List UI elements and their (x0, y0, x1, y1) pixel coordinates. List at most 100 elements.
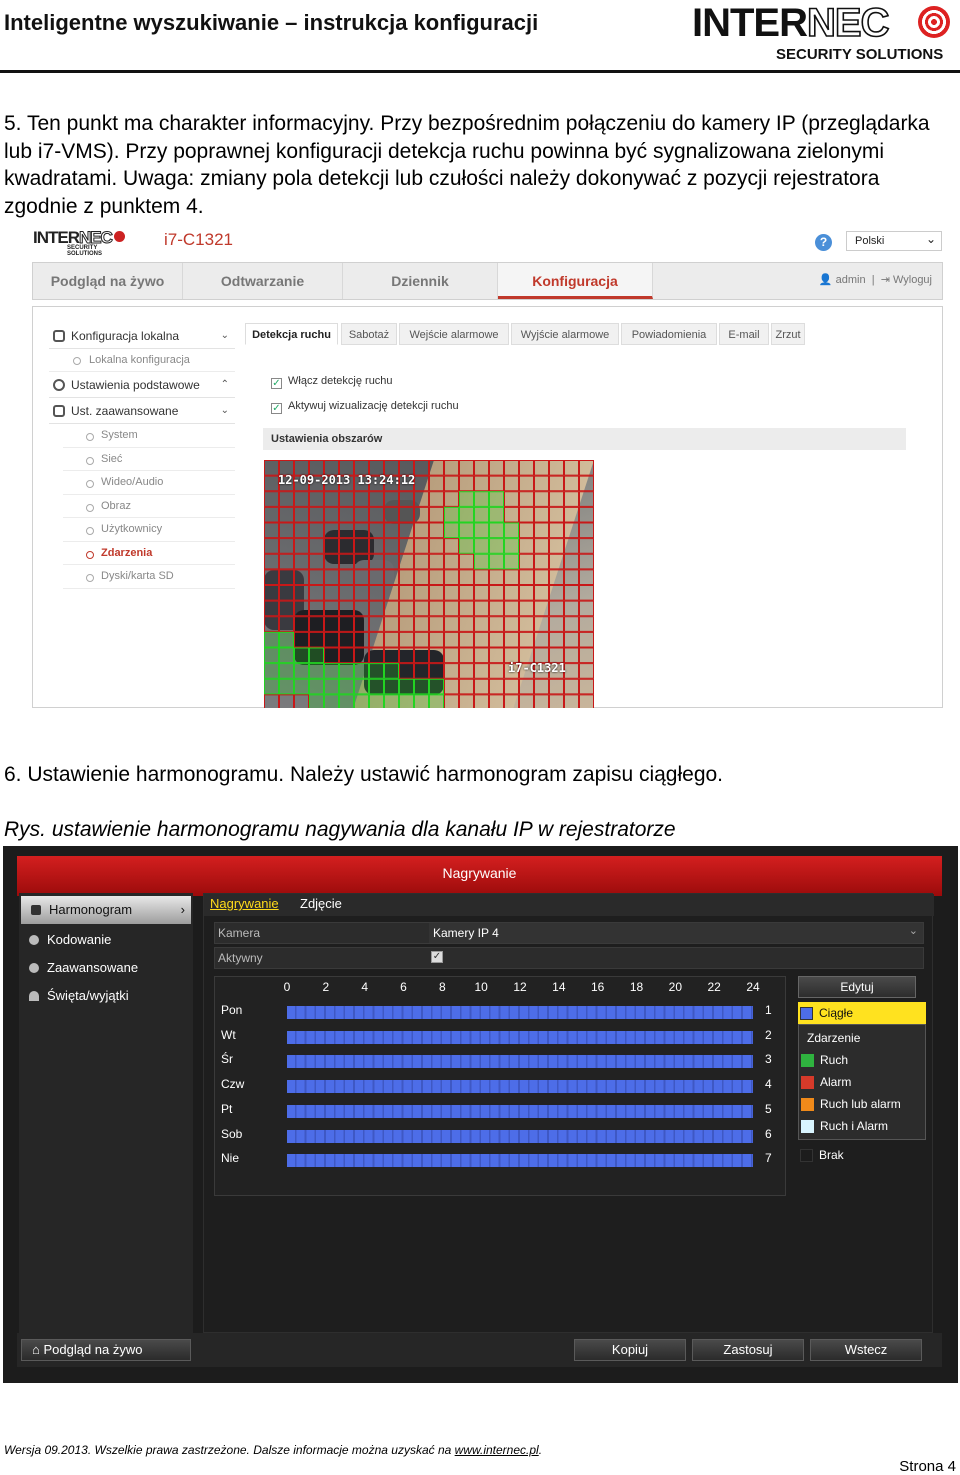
grid-cell[interactable] (339, 491, 354, 507)
grid-cell[interactable] (519, 522, 534, 539)
grid-cell[interactable] (414, 569, 429, 585)
sidebar-item-network[interactable]: Sieć (63, 448, 235, 471)
grid-cell[interactable] (294, 616, 309, 632)
grid-cell[interactable] (474, 694, 489, 708)
grid-cell[interactable] (534, 631, 549, 648)
grid-cell[interactable] (384, 522, 399, 539)
grid-cell[interactable] (459, 616, 474, 632)
grid-cell[interactable] (399, 616, 414, 632)
sidebar-advanced-settings[interactable]: Ust. zaawansowane ⌄ (49, 398, 235, 424)
motion-cell[interactable] (414, 678, 429, 695)
grid-cell[interactable] (384, 631, 399, 648)
grid-cell[interactable] (309, 538, 324, 554)
grid-cell[interactable] (444, 616, 459, 632)
grid-cell[interactable] (549, 491, 564, 507)
grid-cell[interactable] (504, 616, 519, 632)
grid-cell[interactable] (519, 460, 534, 476)
grid-cell[interactable] (534, 585, 549, 601)
grid-cell[interactable] (369, 569, 384, 585)
grid-cell[interactable] (384, 553, 399, 570)
grid-cell[interactable] (549, 616, 564, 632)
grid-cell[interactable] (294, 522, 309, 539)
grid-cell[interactable] (264, 569, 279, 585)
grid-cell[interactable] (579, 569, 594, 585)
grid-cell[interactable] (354, 506, 369, 523)
motion-cell[interactable] (369, 663, 384, 679)
legend-motion-or-alarm[interactable]: Ruch lub alarm (799, 1093, 925, 1115)
grid-cell[interactable] (444, 663, 459, 679)
motion-cell[interactable] (444, 522, 459, 539)
grid-cell[interactable] (579, 678, 594, 695)
edit-button[interactable]: Edytuj (798, 976, 916, 998)
grid-cell[interactable] (534, 522, 549, 539)
grid-cell[interactable] (399, 585, 414, 601)
grid-cell[interactable] (519, 569, 534, 585)
grid-cell[interactable] (414, 538, 429, 554)
grid-cell[interactable] (429, 585, 444, 601)
motion-cell[interactable] (279, 647, 294, 664)
grid-cell[interactable] (384, 600, 399, 617)
grid-cell[interactable] (519, 631, 534, 648)
grid-cell[interactable] (459, 631, 474, 648)
grid-cell[interactable] (579, 506, 594, 523)
motion-cell[interactable] (429, 678, 444, 695)
motion-cell[interactable] (504, 538, 519, 554)
grid-cell[interactable] (264, 506, 279, 523)
grid-cell[interactable] (429, 553, 444, 570)
grid-cell[interactable] (504, 631, 519, 648)
motion-cell[interactable] (459, 538, 474, 554)
grid-cell[interactable] (549, 522, 564, 539)
grid-cell[interactable] (549, 600, 564, 617)
grid-cell[interactable] (534, 506, 549, 523)
grid-cell[interactable] (534, 569, 549, 585)
grid-cell[interactable] (294, 585, 309, 601)
grid-cell[interactable] (474, 475, 489, 492)
grid-cell[interactable] (414, 553, 429, 570)
grid-cell[interactable] (294, 506, 309, 523)
grid-cell[interactable] (459, 663, 474, 679)
grid-cell[interactable] (264, 522, 279, 539)
grid-cell[interactable] (354, 522, 369, 539)
grid-cell[interactable] (534, 491, 549, 507)
grid-cell[interactable] (504, 600, 519, 617)
grid-cell[interactable] (399, 663, 414, 679)
grid-cell[interactable] (564, 694, 579, 708)
grid-cell[interactable] (429, 647, 444, 664)
grid-cell[interactable] (309, 600, 324, 617)
grid-cell[interactable] (339, 647, 354, 664)
grid-cell[interactable] (564, 678, 579, 695)
grid-cell[interactable] (279, 506, 294, 523)
grid-cell[interactable] (549, 538, 564, 554)
grid-cell[interactable] (414, 506, 429, 523)
grid-cell[interactable] (549, 569, 564, 585)
grid-cell[interactable] (369, 647, 384, 664)
grid-cell[interactable] (414, 491, 429, 507)
grid-cell[interactable] (579, 475, 594, 492)
motion-cell[interactable] (339, 694, 354, 708)
grid-cell[interactable] (324, 647, 339, 664)
grid-cell[interactable] (354, 491, 369, 507)
grid-cell[interactable] (504, 678, 519, 695)
motion-cell[interactable] (279, 631, 294, 648)
grid-cell[interactable] (459, 694, 474, 708)
grid-cell[interactable] (429, 460, 444, 476)
grid-cell[interactable] (519, 585, 534, 601)
motion-cell[interactable] (414, 694, 429, 708)
grid-cell[interactable] (339, 538, 354, 554)
grid-cell[interactable] (309, 616, 324, 632)
grid-cell[interactable] (459, 600, 474, 617)
grid-cell[interactable] (504, 460, 519, 476)
grid-cell[interactable] (414, 475, 429, 492)
grid-cell[interactable] (279, 522, 294, 539)
grid-cell[interactable] (309, 506, 324, 523)
motion-cell[interactable] (399, 694, 414, 708)
grid-cell[interactable] (564, 506, 579, 523)
live-view-button[interactable]: ⌂ Podgląd na żywo (21, 1339, 191, 1361)
grid-cell[interactable] (369, 616, 384, 632)
grid-cell[interactable] (474, 600, 489, 617)
sidebar-item-local[interactable]: Lokalna konfiguracja (49, 349, 235, 372)
tab-snapshot[interactable]: Zrzut (771, 323, 805, 345)
legend-none[interactable]: Brak (798, 1144, 926, 1166)
grid-cell[interactable] (429, 522, 444, 539)
grid-cell[interactable] (324, 553, 339, 570)
